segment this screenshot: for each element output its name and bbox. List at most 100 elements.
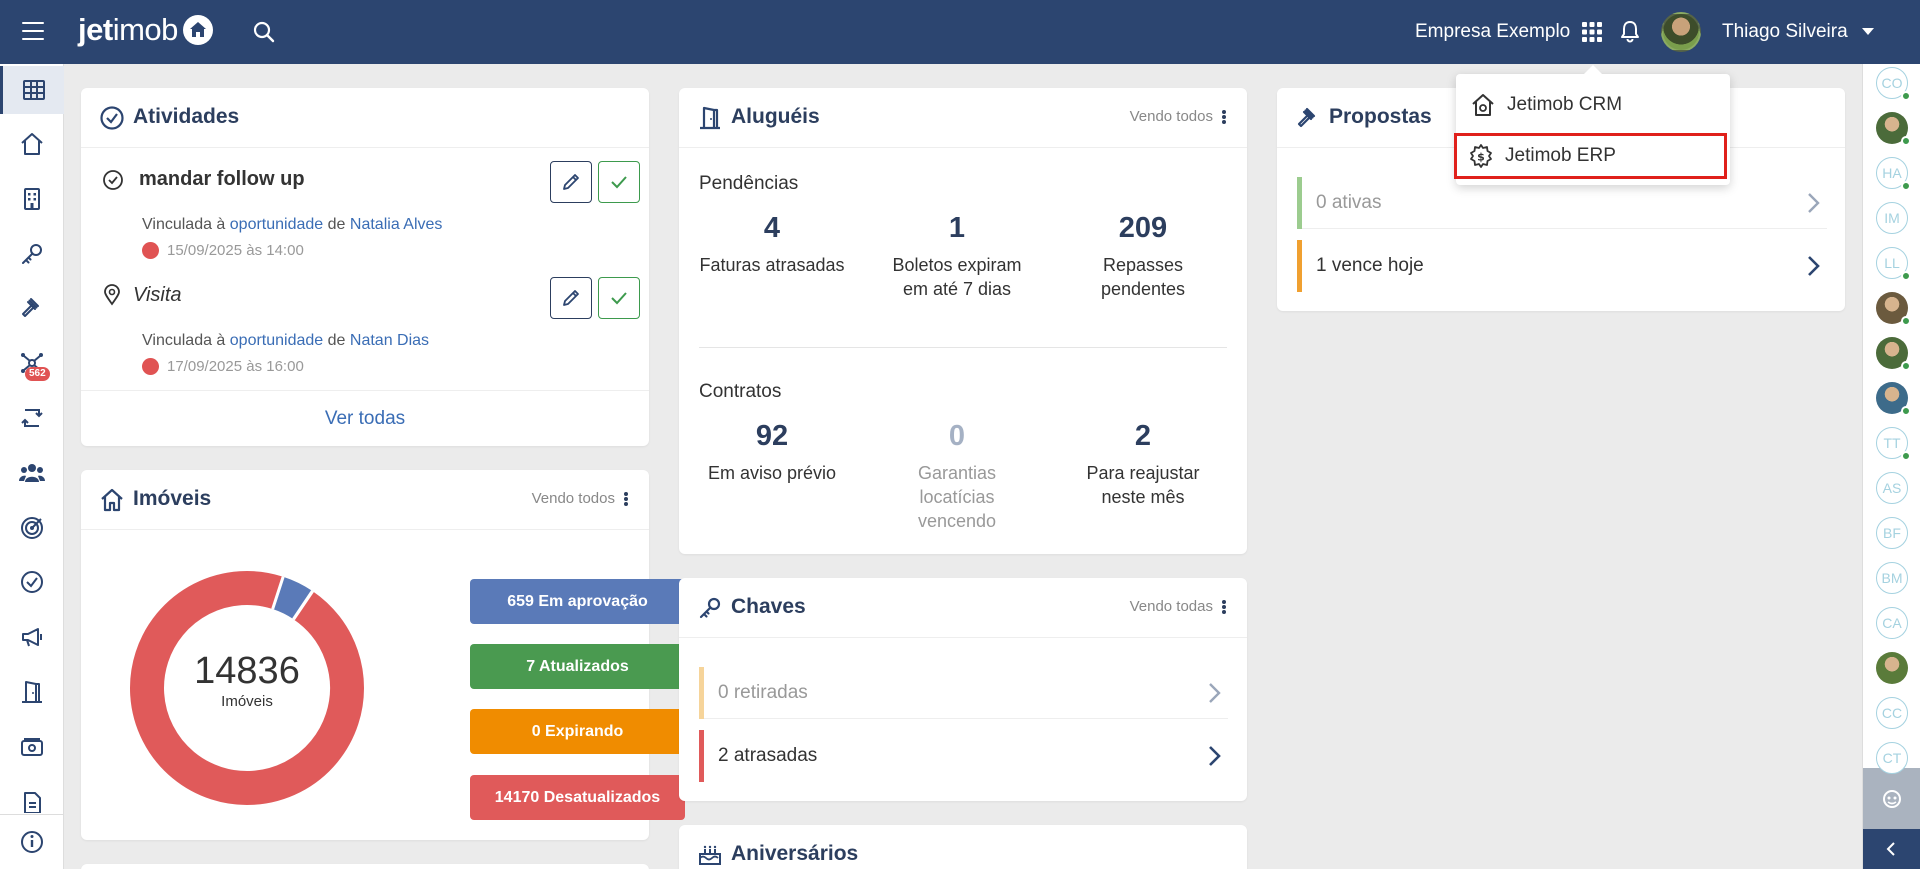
legend-em-aprovacao[interactable]: 659 Em aprovação	[470, 579, 685, 624]
online-status-dot	[1901, 406, 1911, 416]
more-options-icon[interactable]	[1221, 597, 1227, 617]
legend-atualizados[interactable]: 7 Atualizados	[470, 644, 685, 689]
person-link[interactable]: Natan Dias	[350, 332, 429, 349]
chat-toggle-button[interactable]	[1863, 768, 1920, 829]
stat-value[interactable]: 4	[699, 212, 845, 245]
sidebar-item-home[interactable]	[0, 120, 64, 168]
status-bar	[699, 730, 704, 782]
activity-title[interactable]: mandar follow up	[139, 168, 305, 191]
atividades-card: Atividades mandar follow up Vinculada à …	[81, 88, 649, 446]
activity-date: 17/09/2025 às 16:00	[142, 358, 304, 375]
stat-value[interactable]: 2	[1070, 420, 1216, 453]
check-circle-icon	[100, 106, 124, 130]
complete-button[interactable]	[598, 161, 640, 203]
propostas-row-vence-hoje[interactable]: 1 vence hoje	[1297, 240, 1827, 292]
sidebar-item-users[interactable]	[0, 449, 64, 497]
check-circle-icon	[21, 571, 43, 593]
online-status-dot	[1901, 361, 1911, 371]
online-status-dot	[1901, 181, 1911, 191]
sidebar-item-dashboard[interactable]	[0, 66, 64, 114]
stat-value[interactable]: 1	[884, 212, 1030, 245]
status-bar	[699, 666, 704, 719]
sidebar-item-sync[interactable]	[0, 394, 64, 442]
menu-item-jetimob-erp[interactable]: $ Jetimob ERP	[1454, 133, 1727, 179]
chaves-row-retiradas[interactable]: 0 retiradas	[699, 666, 1228, 719]
filter-label[interactable]: Vendo todos	[532, 490, 615, 507]
activity-date: 15/09/2025 às 14:00	[142, 242, 304, 259]
sidebar-item-proposals[interactable]	[0, 284, 64, 332]
chaves-row-atrasadas[interactable]: 2 atrasadas	[699, 730, 1228, 782]
card-title: Aluguéis	[731, 105, 820, 128]
sidebar-item-rentals[interactable]	[0, 668, 64, 716]
activity-link-text: Vinculada à oportunidade de Natalia Alve…	[142, 216, 443, 233]
activity-link-text: Vinculada à oportunidade de Natan Dias	[142, 332, 430, 349]
info-icon	[21, 831, 43, 853]
user-avatar-initials[interactable]: CC	[1876, 697, 1908, 729]
ver-todas-link[interactable]: Ver todas	[81, 390, 649, 446]
door-icon	[22, 681, 42, 703]
chevron-right-icon	[1209, 683, 1221, 703]
key-icon	[699, 597, 721, 619]
complete-button[interactable]	[598, 277, 640, 319]
user-avatar[interactable]	[1661, 12, 1701, 52]
sidebar-item-building[interactable]	[0, 175, 64, 223]
sidebar-item-keys[interactable]	[0, 230, 64, 278]
apps-grid-icon[interactable]	[1581, 21, 1603, 43]
sidebar-item-info[interactable]	[0, 814, 64, 869]
check-icon	[611, 292, 627, 305]
opportunity-link[interactable]: oportunidade	[230, 216, 323, 233]
overdue-dot	[142, 358, 159, 375]
chevron-down-icon[interactable]	[1862, 28, 1874, 35]
more-options-icon[interactable]	[1221, 107, 1227, 127]
online-status-dot	[1901, 136, 1911, 146]
menu-icon[interactable]	[22, 22, 44, 40]
online-users-rail: CO HA IM LL TT AS BF BM CA CC CT	[1862, 64, 1920, 869]
filter-label[interactable]: Vendo todos	[1130, 108, 1213, 125]
bell-icon[interactable]	[1619, 20, 1641, 44]
overdue-dot	[142, 242, 159, 259]
stat-value[interactable]: 92	[699, 420, 845, 453]
sidebar-item-network[interactable]: 562	[0, 339, 64, 387]
user-avatar-initials[interactable]: CA	[1876, 607, 1908, 639]
edit-button[interactable]	[550, 277, 592, 319]
sidebar-item-finance[interactable]	[0, 723, 64, 771]
stat-desc: Em aviso prévio	[707, 463, 837, 483]
person-link[interactable]: Natalia Alves	[350, 216, 443, 233]
user-avatar-initials[interactable]: BF	[1876, 517, 1908, 549]
sidebar-item-goals[interactable]	[0, 504, 64, 552]
birthday-cake-icon	[699, 845, 721, 865]
stat-desc: Faturas atrasadas	[699, 255, 845, 275]
search-icon[interactable]	[252, 20, 276, 44]
legend-desatualizados[interactable]: 14170 Desatualizados	[470, 775, 685, 820]
logo[interactable]: jet imob	[78, 12, 213, 48]
user-name[interactable]: Thiago Silveira	[1722, 21, 1848, 43]
gavel-icon	[22, 298, 39, 317]
user-avatar-photo[interactable]	[1876, 652, 1908, 684]
sidebar-item-marketing[interactable]	[0, 613, 64, 661]
stat-value[interactable]: 209	[1070, 212, 1216, 245]
stat-value[interactable]: 0	[884, 420, 1030, 453]
imoveis-header: Imóveis Vendo todos	[81, 470, 649, 530]
card-title: Imóveis	[133, 487, 212, 510]
megaphone-icon	[22, 628, 42, 647]
user-avatar-initials[interactable]: AS	[1876, 472, 1908, 504]
activity-title[interactable]: Visita	[133, 284, 182, 307]
chevron-right-icon	[1209, 746, 1221, 766]
divider	[699, 347, 1227, 348]
user-avatar-initials[interactable]: CT	[1876, 742, 1908, 774]
more-options-icon[interactable]	[623, 489, 629, 509]
map-pin-icon	[104, 284, 120, 306]
edit-button[interactable]	[550, 161, 592, 203]
menu-item-jetimob-crm[interactable]: Jetimob CRM	[1456, 82, 1730, 128]
user-avatar-initials[interactable]: BM	[1876, 562, 1908, 594]
document-icon	[24, 792, 41, 813]
sidebar-item-tasks[interactable]	[0, 558, 64, 606]
user-avatar-initials[interactable]: IM	[1876, 202, 1908, 234]
opportunity-link[interactable]: oportunidade	[230, 332, 323, 349]
collapse-rail-button[interactable]	[1863, 829, 1920, 869]
filter-label[interactable]: Vendo todas	[1130, 598, 1213, 615]
card-title: Propostas	[1329, 105, 1432, 128]
legend-expirando[interactable]: 0 Expirando	[470, 709, 685, 754]
sidebar-item-documents[interactable]	[0, 777, 64, 813]
company-name[interactable]: Empresa Exemplo	[1415, 21, 1570, 43]
